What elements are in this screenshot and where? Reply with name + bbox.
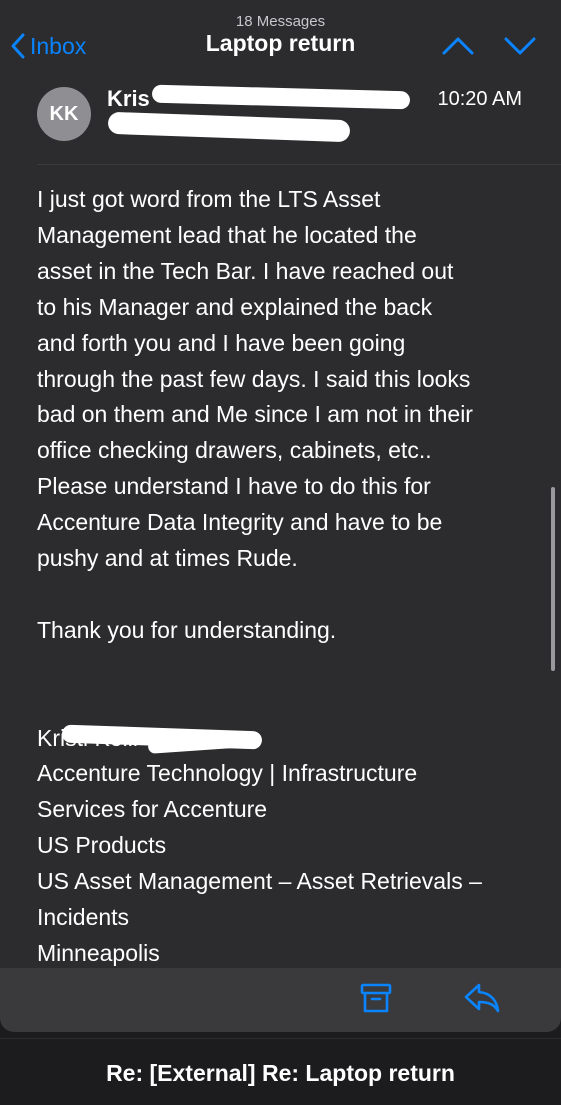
previous-message-button[interactable] <box>440 32 476 60</box>
back-label: Inbox <box>30 32 87 59</box>
body-line: bad on them and Me since I am not in the… <box>37 401 473 428</box>
message-time: 10:20 AM <box>437 88 522 110</box>
redaction-mark <box>151 84 411 110</box>
archive-button[interactable] <box>356 980 396 1016</box>
signature-line: Minneapolis <box>37 940 160 966</box>
signature-line: Accenture Technology | Infrastructure <box>37 760 418 787</box>
navigation-bar: 18 Messages Laptop return Inbox <box>0 0 561 78</box>
body-line: Accenture Data Integrity and have to be <box>37 509 443 536</box>
body-line: pushy and at times Rude. <box>37 545 298 572</box>
signature-line: US Asset Management – Asset Retrievals – <box>37 868 482 895</box>
body-line: and forth you and I have been going <box>37 329 406 356</box>
message-count: 18 Messages <box>235 13 326 30</box>
body-line: to his Manager and explained the back <box>37 293 433 320</box>
archive-icon <box>360 983 392 1013</box>
mail-card: 18 Messages Laptop return Inbox KK Kris … <box>0 0 561 1032</box>
chevron-up-icon <box>442 37 474 55</box>
signature-line: Services for Accenture <box>37 796 268 823</box>
back-to-inbox-button[interactable]: Inbox <box>10 30 86 62</box>
scrollbar[interactable] <box>551 487 555 671</box>
body-line: through the past few days. I said this l… <box>37 365 471 392</box>
sender-name[interactable]: Kris <box>107 86 150 112</box>
signature-line: US Products <box>37 832 167 859</box>
body-line: Please understand I have to do this for <box>37 473 431 500</box>
next-message-button[interactable] <box>502 32 538 60</box>
body-line: Management lead that he located the <box>37 221 417 248</box>
closing-line: Thank you for understanding. <box>37 616 337 643</box>
reply-button[interactable] <box>462 980 502 1016</box>
body-line: I just got word from the LTS Asset <box>37 186 381 212</box>
body-line: office checking drawers, cabinets, etc.. <box>37 437 432 464</box>
header-divider <box>37 164 561 165</box>
message-body: I just got word from the LTS Asset Manag… <box>37 182 537 972</box>
signature-line: Incidents <box>37 904 130 931</box>
thread-subject[interactable]: Re: [External] Re: Laptop return <box>0 1060 561 1087</box>
sender-avatar[interactable]: KK <box>37 87 91 141</box>
redaction-mark <box>107 111 351 143</box>
chevron-down-icon <box>504 37 536 55</box>
reply-icon <box>464 983 500 1013</box>
chevron-left-icon <box>11 33 25 59</box>
body-line: asset in the Tech Bar. I have reached ou… <box>37 257 454 284</box>
